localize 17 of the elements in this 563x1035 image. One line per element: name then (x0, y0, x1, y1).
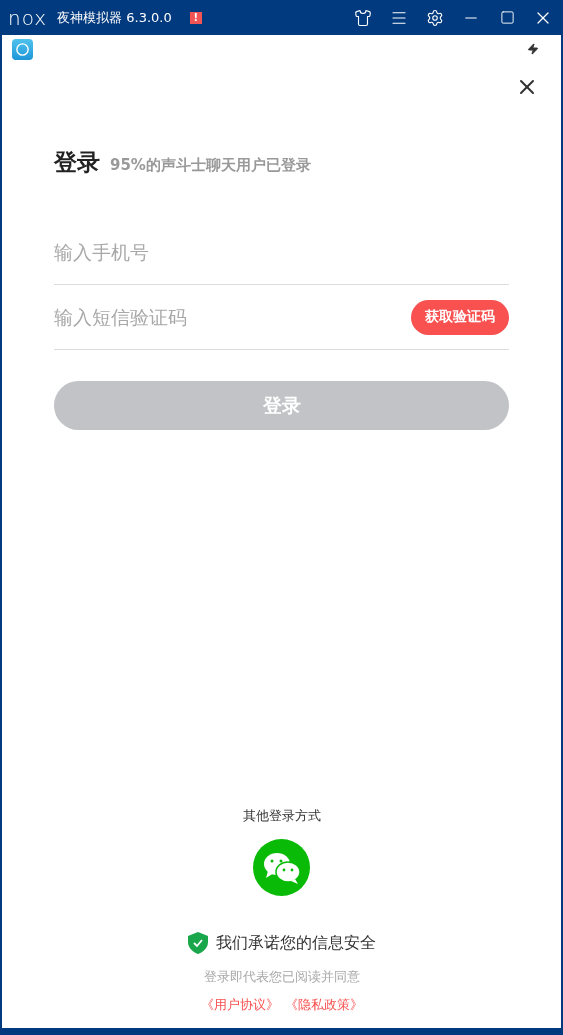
get-code-button[interactable]: 获取验证码 (411, 299, 509, 335)
policy-link[interactable]: 《用户协议》 (200, 996, 279, 1014)
flash-icon (527, 43, 539, 55)
security-note: 我们承诺您的信息安全 (215, 932, 376, 954)
alert-badge[interactable]: ! (189, 11, 202, 24)
login-subtitle: 95%的声斗士聊天用户已登录 (110, 156, 311, 175)
window-title: 夜神模拟器 6.3.0.0 (57, 8, 172, 27)
policy-link[interactable]: 《隐私政策》 (284, 996, 363, 1014)
shield-check-icon (187, 932, 208, 954)
app-icon (12, 38, 33, 60)
app-logo: nox (8, 5, 48, 30)
agreement-note: 登录即代表您已阅读并同意 (203, 968, 360, 986)
code-field[interactable]: 输入短信验证码 (54, 306, 411, 328)
phone-field[interactable]: 输入手机号 (54, 241, 509, 263)
chat-bubbles-icon[interactable] (253, 839, 310, 896)
login-title: 登录 (54, 148, 100, 177)
other-methods-label: 其他登录方式 (242, 807, 321, 825)
